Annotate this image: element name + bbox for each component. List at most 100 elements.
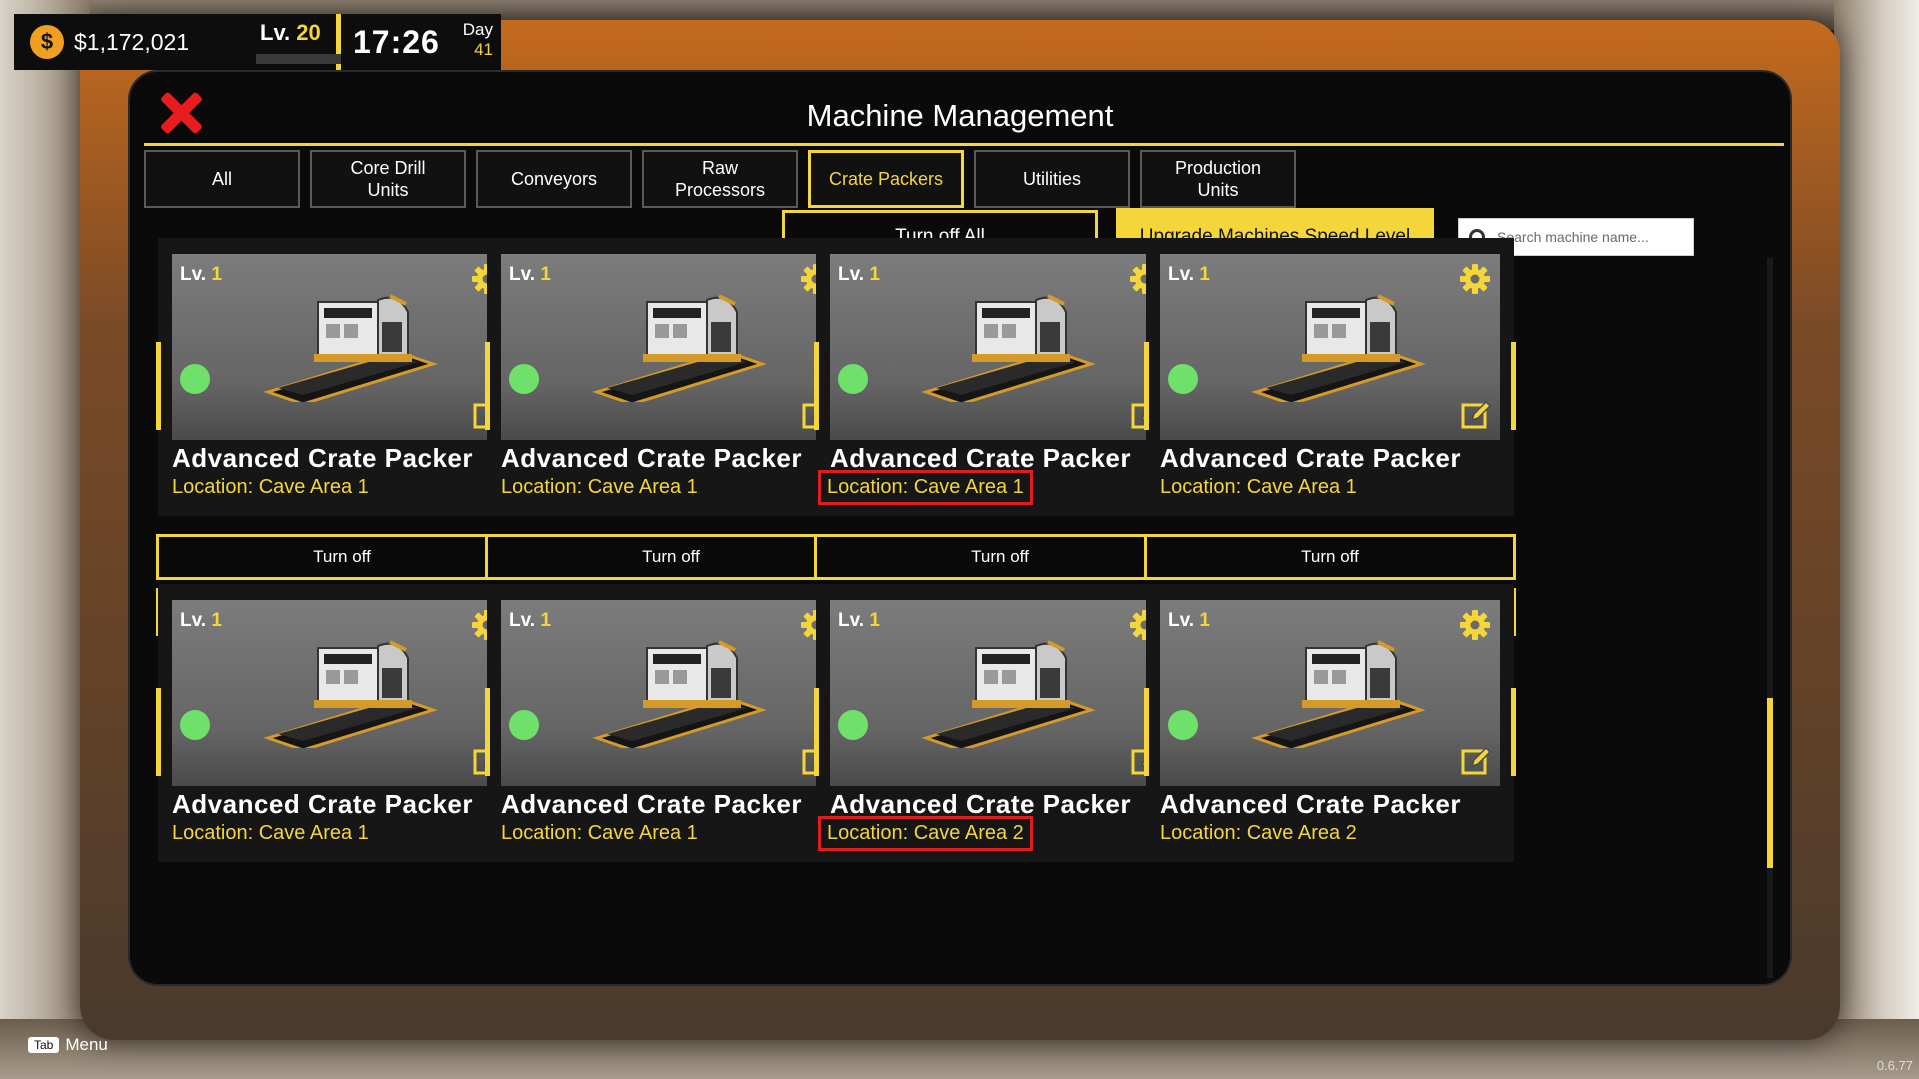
machine-level: Lv. 1	[180, 264, 222, 286]
machine-location: Location: Cave Area 2	[1160, 822, 1357, 844]
machine-thumbnail[interactable]: Lv. 1	[1160, 600, 1500, 786]
machine-location: Location: Cave Area 1	[501, 822, 698, 844]
machine-level-label: Lv.	[1168, 264, 1195, 285]
background-wall-right	[1834, 0, 1919, 1079]
search-input[interactable]: Search machine name...	[1497, 229, 1649, 245]
machine-name: Advanced Crate Packer	[1160, 789, 1461, 819]
machine-management-panel: Machine Management All Core Drill Units …	[128, 70, 1792, 986]
machine-thumbnail[interactable]: Lv. 1	[830, 254, 1170, 440]
panel-title: Machine Management	[806, 98, 1114, 133]
title-divider	[144, 143, 1784, 146]
status-on-indicator	[838, 364, 868, 394]
background-wall-left	[0, 0, 90, 1079]
machine-level: Lv. 1	[509, 264, 551, 286]
machine-thumbnail[interactable]: Lv. 1	[501, 254, 841, 440]
machine-level: Lv. 1	[838, 264, 880, 286]
machine-thumbnail[interactable]: Lv. 1	[830, 600, 1170, 786]
tab-utilities[interactable]: Utilities	[974, 150, 1130, 208]
crate-packer-machine-image	[587, 628, 767, 752]
coin-icon: $	[30, 25, 64, 59]
crate-packer-machine-image	[258, 282, 438, 406]
machine-level-value: 1	[540, 610, 551, 631]
tab-all[interactable]: All	[144, 150, 300, 208]
edit-icon[interactable]	[1460, 400, 1492, 432]
machine-level: Lv. 1	[509, 610, 551, 632]
player-level: Lv. 20	[232, 14, 348, 70]
turn-off-button[interactable]: Turn off	[1144, 534, 1516, 580]
status-on-indicator	[180, 364, 210, 394]
time-display: 17:26 Day 41	[341, 14, 501, 70]
menu-hint[interactable]: Tab Menu	[28, 1035, 108, 1055]
scrollbar-track[interactable]	[1767, 258, 1773, 978]
machine-thumbnail[interactable]: Lv. 1	[172, 600, 512, 786]
status-on-indicator	[509, 364, 539, 394]
money-display: $ $1,172,021	[14, 14, 232, 70]
card-accent-left	[1144, 342, 1149, 430]
status-on-indicator	[1168, 710, 1198, 740]
machine-level-value: 1	[869, 264, 880, 285]
machine-name: Advanced Crate Packer	[501, 443, 802, 473]
clock-time: 17:26	[353, 24, 440, 60]
crate-packer-machine-image	[1246, 282, 1426, 406]
machine-level: Lv. 1	[1168, 264, 1210, 286]
status-on-indicator	[1168, 364, 1198, 394]
card-accent-right	[1511, 342, 1516, 430]
card-accent-left	[1144, 688, 1149, 776]
tab-core-drill-units[interactable]: Core Drill Units	[310, 150, 466, 208]
machine-level: Lv. 1	[180, 610, 222, 632]
machine-level-value: 1	[1199, 610, 1210, 631]
status-on-indicator	[838, 710, 868, 740]
crate-packer-machine-image	[258, 628, 438, 752]
machine-location: Location: Cave Area 1	[1160, 476, 1357, 498]
machine-level-value: 1	[211, 610, 222, 631]
machine-thumbnail[interactable]: Lv. 1	[501, 600, 841, 786]
machine-name: Advanced Crate Packer	[1160, 443, 1461, 473]
machine-level-label: Lv.	[180, 610, 207, 631]
crate-packer-machine-image	[587, 282, 767, 406]
tab-crate-packers[interactable]: Crate Packers	[808, 150, 964, 208]
tab-conveyors[interactable]: Conveyors	[476, 150, 632, 208]
machine-location: Location: Cave Area 1	[818, 470, 1033, 505]
machine-location: Location: Cave Area 1	[501, 476, 698, 498]
hud: $ $1,172,021 Lv. 20 17:26 Day 41	[14, 14, 501, 70]
machine-name: Advanced Crate Packer	[830, 443, 1131, 473]
money-value: $1,172,021	[74, 28, 190, 55]
level-label: Lv.	[260, 20, 291, 45]
machine-level-label: Lv.	[180, 264, 207, 285]
tab-key-icon: Tab	[28, 1037, 60, 1053]
machine-level-value: 1	[540, 264, 551, 285]
card-accent-left	[485, 342, 490, 430]
edit-icon[interactable]	[1460, 746, 1492, 778]
status-on-indicator	[180, 710, 210, 740]
machine-level-label: Lv.	[838, 264, 865, 285]
gear-icon[interactable]	[1458, 262, 1492, 296]
machine-thumbnail[interactable]: Lv. 1	[1160, 254, 1500, 440]
crate-packer-machine-image	[916, 282, 1096, 406]
machine-name: Advanced Crate Packer	[830, 789, 1131, 819]
crate-packer-machine-image	[916, 628, 1096, 752]
machine-level: Lv. 1	[1168, 610, 1210, 632]
machine-thumbnail[interactable]: Lv. 1	[172, 254, 512, 440]
turn-off-button[interactable]: Turn off	[485, 534, 857, 580]
turn-off-button[interactable]: Turn off	[814, 534, 1186, 580]
machine-level-label: Lv.	[509, 610, 536, 631]
scrollbar-thumb[interactable]	[1767, 698, 1773, 868]
category-tabs: All Core Drill Units Conveyors Raw Proce…	[144, 150, 1296, 208]
day-counter: Day 41	[463, 20, 493, 60]
machine-level-label: Lv.	[509, 264, 536, 285]
machine-level-value: 1	[869, 610, 880, 631]
version-label: 0.6.77	[1876, 1058, 1913, 1073]
gear-icon[interactable]	[1458, 608, 1492, 642]
tab-raw-processors[interactable]: Raw Processors	[642, 150, 798, 208]
machine-level: Lv. 1	[838, 610, 880, 632]
status-on-indicator	[509, 710, 539, 740]
card-accent-left	[814, 342, 819, 430]
machine-name: Advanced Crate Packer	[501, 789, 802, 819]
card-accent-left	[485, 688, 490, 776]
turn-off-button[interactable]: Turn off	[156, 534, 528, 580]
machine-name: Advanced Crate Packer	[172, 789, 473, 819]
machine-location: Location: Cave Area 1	[172, 822, 369, 844]
menu-label: Menu	[65, 1035, 108, 1054]
tab-production-units[interactable]: Production Units	[1140, 150, 1296, 208]
level-value: 20	[296, 20, 321, 45]
